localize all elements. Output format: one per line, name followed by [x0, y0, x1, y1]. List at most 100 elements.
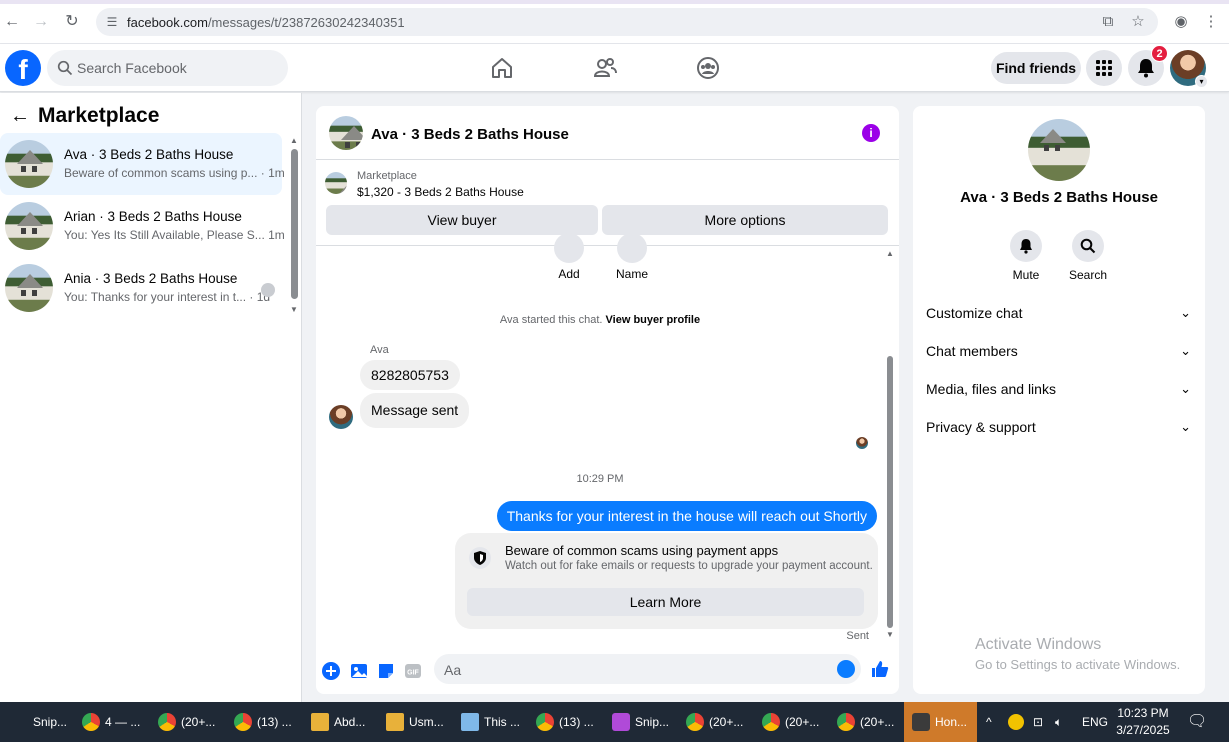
friends-icon[interactable] — [591, 54, 619, 82]
scroll-up-icon[interactable]: ▲ — [290, 137, 298, 145]
scroll-down-icon[interactable]: ▼ — [886, 631, 894, 639]
taskbar-item[interactable]: (20+... — [686, 702, 743, 742]
chevron-down-icon: ⌄ — [1180, 305, 1191, 320]
bell-icon-wrap — [1010, 230, 1042, 262]
listing-price[interactable]: $1,320 - 3 Beds 2 Baths House — [357, 185, 524, 199]
plus-icon[interactable] — [321, 661, 341, 681]
view-buyer-profile-link[interactable]: View buyer profile — [606, 314, 701, 326]
volume-icon[interactable]: 🔈︎ — [1055, 702, 1062, 742]
sender-avatar[interactable] — [329, 405, 353, 429]
message-composer: GIF Aa — [316, 654, 899, 694]
incoming-message[interactable]: 8282805753 — [360, 360, 460, 390]
name-action[interactable]: Name — [616, 233, 648, 281]
message-timestamp: 10:29 PM — [576, 473, 624, 485]
listing-thumbnail[interactable] — [325, 172, 347, 194]
privacy-support-row[interactable]: Privacy & support ⌄ — [926, 412, 1191, 442]
panel-title-text: Marketplace — [38, 104, 160, 127]
conversation-item[interactable]: Ania · 3 Beds 2 Baths House You: Thanks … — [0, 257, 282, 319]
sticker-icon[interactable] — [376, 661, 396, 681]
conversation-item[interactable]: Ava · 3 Beds 2 Baths House Beware of com… — [0, 133, 285, 195]
site-settings-icon[interactable]: ☰ — [104, 14, 120, 30]
taskbar-item-active[interactable]: Hon... — [904, 702, 977, 742]
taskbar-item[interactable]: (20+... — [762, 702, 819, 742]
taskbar-item[interactable]: Abd... — [311, 702, 365, 742]
outgoing-message[interactable]: Thanks for your interest in the house wi… — [496, 501, 877, 531]
taskbar-item[interactable]: (13) ... — [536, 702, 594, 742]
taskbar-item[interactable]: This ... — [461, 702, 520, 742]
home-icon[interactable] — [488, 54, 516, 82]
address-bar[interactable]: ☰ facebook.com/messages/t/23872630242340… — [96, 8, 1158, 36]
gif-icon[interactable]: GIF — [403, 661, 423, 681]
notifications-center-icon[interactable]: 🗨︎ — [1187, 702, 1207, 742]
thumbs-up-icon[interactable] — [870, 659, 890, 679]
add-label: Add — [558, 267, 580, 281]
taskbar-label: (20+... — [181, 715, 216, 729]
profile-icon[interactable]: ◉ — [1171, 12, 1191, 32]
scrollbar-thumb[interactable] — [887, 356, 893, 628]
language-indicator[interactable]: ENG — [1082, 702, 1108, 742]
search-action[interactable]: Search — [1058, 230, 1118, 282]
taskbar-item[interactable]: 4 — ... — [82, 702, 140, 742]
taskbar-item[interactable]: Snip... — [33, 702, 67, 742]
groups-icon[interactable] — [694, 54, 722, 82]
chat-title[interactable]: Ava · 3 Beds 2 Baths House — [371, 126, 569, 143]
back-arrow-icon[interactable]: ← — [10, 105, 32, 128]
account-avatar[interactable]: ▾ — [1170, 50, 1208, 88]
chevron-down-icon: ▾ — [1195, 75, 1208, 88]
facebook-logo-icon[interactable]: f — [5, 50, 41, 86]
scroll-up-icon[interactable]: ▲ — [886, 250, 894, 258]
learn-more-button[interactable]: Learn More — [467, 588, 864, 616]
taskbar-item[interactable]: (13) ... — [234, 702, 292, 742]
details-house-avatar[interactable] — [1028, 119, 1090, 181]
chrome-menu-icon[interactable]: ⋮ — [1201, 12, 1221, 32]
taskbar-item[interactable]: (20+... — [158, 702, 215, 742]
folder-icon — [311, 712, 329, 731]
activate-windows-watermark: Activate Windows Go to Settings to activ… — [975, 636, 1180, 672]
scroll-down-icon[interactable]: ▼ — [290, 306, 298, 314]
search-facebook-input[interactable]: Search Facebook — [47, 50, 288, 86]
reload-icon[interactable]: ↻ — [62, 12, 82, 32]
scam-warning-card: Beware of common scams using payment app… — [455, 533, 878, 629]
network-icon[interactable]: ⊡ — [1033, 702, 1043, 742]
install-app-icon[interactable]: ⧉ — [1098, 12, 1118, 32]
forward-icon[interactable]: → — [31, 12, 51, 32]
emoji-icon[interactable] — [837, 660, 855, 678]
chat-header: Ava · 3 Beds 2 Baths House i — [316, 106, 899, 160]
bookmark-star-icon[interactable]: ☆ — [1128, 12, 1148, 32]
more-options-button[interactable]: More options — [602, 205, 888, 235]
svg-text:GIF: GIF — [407, 670, 419, 677]
row-label: Media, files and links — [926, 381, 1056, 397]
shield-icon-wrap — [469, 547, 491, 569]
taskbar-label: Usm... — [409, 715, 444, 729]
taskbar-item[interactable]: Usm... — [386, 702, 444, 742]
media-files-links-row[interactable]: Media, files and links ⌄ — [926, 374, 1191, 404]
view-buyer-button[interactable]: View buyer — [326, 205, 598, 235]
row-label: Chat members — [926, 343, 1018, 359]
conversation-name: Ava · 3 Beds 2 Baths House — [64, 147, 234, 162]
menu-grid-button[interactable] — [1086, 50, 1122, 86]
url-text[interactable]: facebook.com/messages/t/2387263024234035… — [127, 15, 405, 30]
conversation-item[interactable]: Arian · 3 Beds 2 Baths House You: Yes It… — [0, 195, 285, 257]
system-clock[interactable]: 10:23 PM 3/27/2025 — [1112, 705, 1174, 739]
message-input[interactable]: Aa — [434, 654, 861, 684]
chat-house-avatar[interactable] — [329, 116, 363, 150]
chat-members-row[interactable]: Chat members ⌄ — [926, 336, 1191, 366]
taskbar-item[interactable]: Snip... — [612, 702, 669, 742]
windows-taskbar: Snip... 4 — ... (20+... (13) ... Abd... … — [0, 702, 1229, 742]
mute-action[interactable]: Mute — [996, 230, 1056, 282]
show-hidden-icons[interactable]: ^ — [986, 702, 992, 742]
find-friends-button[interactable]: Find friends — [991, 52, 1081, 84]
grid-icon — [1096, 60, 1112, 76]
incoming-message[interactable]: Message sent — [360, 393, 470, 428]
scam-warning-subtitle: Watch out for fake emails or requests to… — [505, 560, 873, 572]
add-action[interactable]: Add — [554, 233, 584, 281]
photo-icon[interactable] — [349, 661, 369, 681]
scrollbar-thumb[interactable] — [291, 149, 298, 299]
house-thumbnail — [5, 264, 53, 312]
taskbar-item[interactable]: (20+... — [837, 702, 894, 742]
tray-app-icon[interactable] — [1008, 714, 1024, 730]
conversation-snippet: You: Thanks for your interest in t... · … — [64, 290, 271, 304]
info-icon[interactable]: i — [862, 124, 880, 142]
back-icon[interactable]: ← — [2, 12, 22, 32]
customize-chat-row[interactable]: Customize chat ⌄ — [926, 298, 1191, 328]
